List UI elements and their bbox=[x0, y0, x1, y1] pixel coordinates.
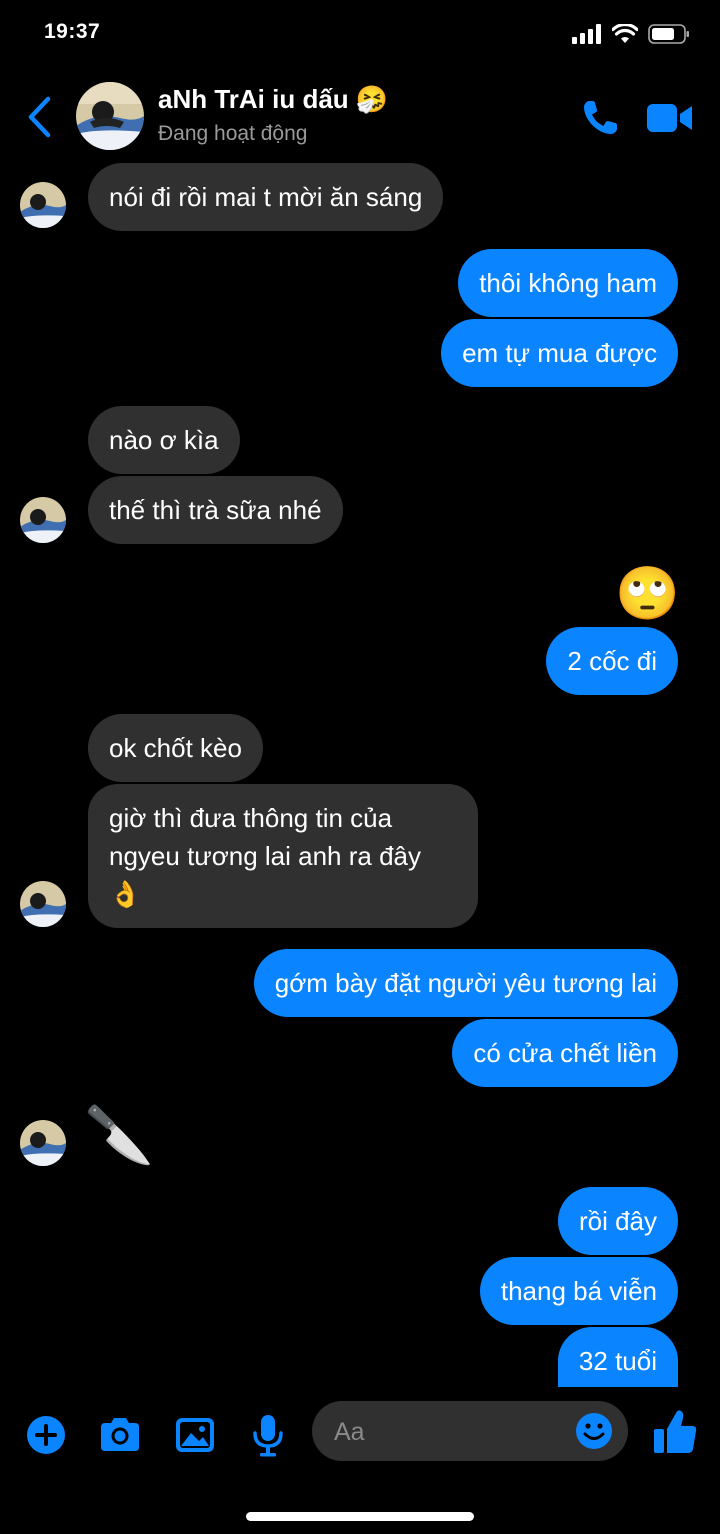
plus-icon[interactable] bbox=[22, 1411, 70, 1459]
message-bubble-outgoing[interactable]: 2 cốc đi bbox=[546, 627, 678, 695]
home-indicator bbox=[246, 1512, 474, 1521]
message-bubble-incoming[interactable]: giờ thì đưa thông tin của ngyeu tương la… bbox=[88, 784, 478, 928]
back-chevron-icon[interactable] bbox=[24, 94, 54, 140]
contact-avatar[interactable] bbox=[76, 82, 144, 150]
message-bubble-incoming[interactable]: ok chốt kèo bbox=[88, 714, 263, 782]
message-bubble-outgoing[interactable]: 32 tuổi bbox=[557, 1327, 678, 1387]
message-bubble-outgoing[interactable]: gớm bày đặt người yêu tương lai bbox=[253, 949, 678, 1017]
emoji-smiley-icon[interactable] bbox=[574, 1411, 614, 1451]
emoji-message-knife[interactable]: 🔪 bbox=[84, 1100, 154, 1170]
chat-header: aNh TrAi iu dấu 🤧 Đang hoạt động bbox=[0, 72, 720, 164]
video-call-icon[interactable] bbox=[646, 100, 694, 136]
message-bubble-outgoing[interactable]: rồi đây bbox=[557, 1187, 678, 1255]
wifi-icon bbox=[612, 24, 638, 43]
message-input-field[interactable] bbox=[312, 1401, 628, 1463]
status-time: 19:37 bbox=[44, 20, 101, 43]
phone-call-icon[interactable] bbox=[580, 98, 620, 138]
message-bubble-outgoing[interactable]: có cửa chết liền bbox=[452, 1019, 678, 1087]
message-composer bbox=[0, 1395, 720, 1475]
contact-name[interactable]: aNh TrAi iu dấu 🤧 bbox=[158, 84, 388, 115]
thumbs-up-icon[interactable] bbox=[652, 1407, 698, 1457]
message-bubble-incoming[interactable]: nào ơ kìa bbox=[88, 406, 240, 474]
emoji-message-eye-roll[interactable]: 🙄 bbox=[615, 562, 680, 626]
sender-avatar bbox=[20, 182, 66, 228]
message-bubble-outgoing[interactable]: thôi không ham bbox=[458, 249, 678, 317]
status-icons bbox=[572, 24, 690, 44]
status-bar: 19:37 bbox=[0, 0, 720, 70]
battery-icon bbox=[648, 24, 689, 44]
message-bubble-incoming[interactable]: thế thì trà sữa nhé bbox=[88, 476, 343, 544]
message-bubble-outgoing[interactable]: em tự mua được bbox=[441, 319, 678, 387]
signal-icon bbox=[572, 24, 601, 44]
camera-icon[interactable] bbox=[96, 1411, 144, 1459]
sender-avatar bbox=[20, 497, 66, 543]
message-input[interactable] bbox=[332, 1401, 576, 1463]
active-status: Đang hoạt động bbox=[158, 122, 308, 145]
microphone-icon[interactable] bbox=[244, 1411, 292, 1459]
sender-avatar bbox=[20, 1120, 66, 1166]
message-bubble-incoming[interactable]: nói đi rồi mai t mời ăn sáng bbox=[88, 163, 444, 231]
gallery-icon[interactable] bbox=[171, 1411, 219, 1459]
sender-avatar bbox=[20, 881, 66, 927]
message-bubble-outgoing[interactable]: thang bá viễn bbox=[479, 1257, 678, 1325]
